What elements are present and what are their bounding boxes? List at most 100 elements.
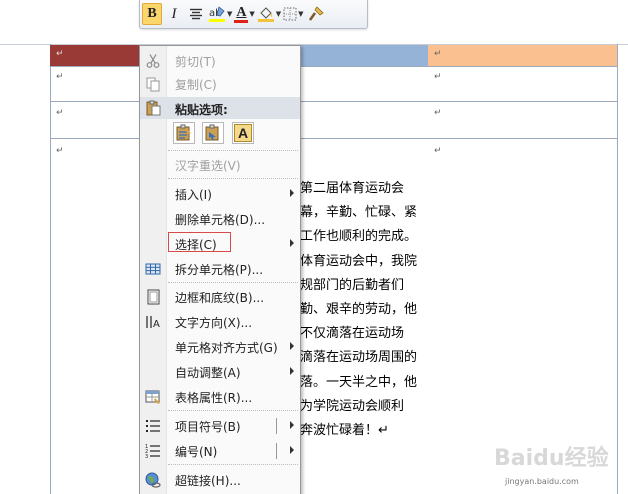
- split-cells-icon: [145, 263, 161, 275]
- borders-icon: [283, 7, 297, 21]
- highlighter-icon: ab: [209, 6, 225, 22]
- context-menu: 剪切(T) 复制(C) 粘贴选项: A 汉字重选(V) 插入(I) 删除单元格(…: [139, 45, 301, 494]
- menu-separator: [168, 282, 298, 283]
- split-button-divider: [276, 418, 277, 434]
- svg-text:3: 3: [145, 454, 148, 459]
- scissors-icon: [146, 54, 160, 68]
- paragraph-mark: ↵: [56, 49, 64, 59]
- split-button-divider: [276, 443, 277, 459]
- format-painter-icon: [308, 6, 324, 21]
- menu-item-borders-shading[interactable]: 边框和底纹(B)...: [140, 286, 300, 308]
- menu-separator: [168, 410, 298, 411]
- paragraph-line: 工作也顺利的完成。: [300, 229, 418, 245]
- table-properties-icon: [145, 390, 160, 404]
- paste-options-header: 粘贴选项:: [140, 97, 300, 119]
- paragraph-mark: ↵: [434, 49, 442, 59]
- cell-paragraph[interactable]: 第二届体育运动会 幕，辛勤、忙碌、紧 工作也顺利的完成。 体育运动会中，我院 规…: [300, 177, 440, 443]
- submenu-arrow-icon: [290, 239, 294, 247]
- menu-item-delete-cells[interactable]: 删除单元格(D)...: [140, 208, 300, 230]
- menu-item-insert[interactable]: 插入(I): [140, 183, 300, 205]
- menu-item-bullets[interactable]: 项目符号(B): [140, 415, 300, 437]
- menu-item-table-properties[interactable]: 表格属性(R)...: [140, 386, 300, 408]
- menu-separator: [168, 178, 298, 179]
- submenu-arrow-icon: [290, 367, 294, 375]
- highlight-dropdown-icon[interactable]: ▼: [227, 10, 232, 18]
- paragraph-mark: ↵: [56, 146, 64, 156]
- font-color-swatch: [234, 19, 249, 23]
- paragraph-line: 体育运动会中，我院: [300, 253, 418, 269]
- table-row-border-3: [50, 138, 618, 139]
- mini-toolbar: B I ab ▼ A ▼ ▼ ▼: [139, 0, 368, 29]
- paragraph-line: 为学院运动会顺利: [300, 398, 405, 414]
- paragraph-line: 规部门的后勤者们: [300, 277, 405, 293]
- menu-item-cell-alignment[interactable]: 单元格对齐方式(G): [140, 336, 300, 358]
- italic-button[interactable]: I: [164, 3, 184, 25]
- menu-separator: [168, 150, 298, 151]
- menu-item-copy[interactable]: 复制(C): [140, 73, 300, 95]
- menu-item-label: 复制(C): [175, 78, 217, 92]
- menu-item-text-direction[interactable]: A 文字方向(X)...: [140, 311, 300, 333]
- center-align-button[interactable]: [186, 3, 206, 25]
- paragraph-line: 幕，辛勤、忙碌、紧: [300, 205, 418, 221]
- submenu-arrow-icon[interactable]: [290, 446, 294, 454]
- menu-item-label: 边框和底纹(B)...: [175, 291, 265, 305]
- menu-item-label: 自动调整(A): [175, 366, 241, 380]
- font-color-icon: A: [234, 4, 249, 23]
- paragraph-line: 勤、艰辛的劳动，他: [300, 301, 418, 317]
- menu-item-label: 表格属性(R)...: [175, 391, 253, 405]
- copy-icon: [146, 77, 160, 92]
- center-align-icon: [190, 8, 202, 20]
- table-border-left: [50, 44, 51, 494]
- menu-item-label: 文字方向(X)...: [175, 316, 253, 330]
- menu-item-numbering[interactable]: 123 编号(N): [140, 440, 300, 462]
- menu-item-hyperlink[interactable]: 超链接(H)...: [140, 469, 300, 491]
- font-color-button[interactable]: A ▼: [234, 3, 255, 25]
- watermark-text: Baidu经验: [494, 445, 609, 471]
- borders-button[interactable]: ▼: [283, 3, 304, 25]
- font-color-letter: A: [236, 4, 247, 20]
- paragraph-mark: ↵: [434, 72, 442, 82]
- paragraph-mark: ↵: [56, 72, 64, 82]
- borders-dropdown-icon[interactable]: ▼: [298, 10, 303, 18]
- format-painter-button[interactable]: [306, 3, 326, 25]
- header-cell-peach[interactable]: [428, 45, 617, 66]
- paragraph-mark: ↵: [434, 108, 442, 118]
- paste-keep-formatting-button[interactable]: [173, 122, 195, 144]
- shading-button[interactable]: ▼: [257, 3, 281, 25]
- italic-label: I: [171, 5, 177, 22]
- paste-text-only-icon: A: [234, 124, 252, 142]
- table-row-border-1: [50, 66, 618, 67]
- bold-button[interactable]: B: [142, 3, 162, 25]
- header-cell-blue[interactable]: [300, 45, 428, 66]
- shading-dropdown-icon[interactable]: ▼: [276, 10, 281, 18]
- submenu-arrow-icon[interactable]: [290, 421, 294, 429]
- menu-item-label: 剪切(T): [175, 55, 216, 69]
- menu-item-hanzi-reselect[interactable]: 汉字重选(V): [140, 154, 300, 176]
- menu-item-label: 单元格对齐方式(G): [175, 341, 278, 355]
- clipboard-icon: [146, 100, 161, 116]
- paint-bucket-icon: [257, 7, 274, 22]
- text-direction-icon: A: [146, 316, 160, 330]
- menu-item-autofit[interactable]: 自动调整(A): [140, 361, 300, 383]
- paragraph-line: 滴落在运动场周围的: [300, 350, 418, 366]
- highlight-color-button[interactable]: ab ▼: [208, 3, 232, 25]
- hyperlink-globe-icon: [145, 472, 161, 488]
- watermark-url: jingyan.baidu.com: [505, 477, 579, 486]
- page-border-icon: [147, 289, 160, 305]
- submenu-arrow-icon: [290, 342, 294, 350]
- menu-item-label: 汉字重选(V): [175, 159, 241, 173]
- menu-item-cut[interactable]: 剪切(T): [140, 50, 300, 72]
- paste-text-only-button[interactable]: A: [232, 122, 254, 144]
- svg-text:A: A: [153, 319, 160, 330]
- font-color-dropdown-icon[interactable]: ▼: [249, 10, 254, 18]
- menu-item-label: 项目符号(B): [175, 420, 241, 434]
- menu-item-split-cells[interactable]: 拆分单元格(P)...: [140, 258, 300, 280]
- paragraph-line: 落。一天半之中，他: [300, 374, 418, 390]
- paste-merge-formatting-button[interactable]: [202, 122, 224, 144]
- menu-item-label: 超链接(H)...: [175, 474, 241, 488]
- table-row-border-2: [50, 101, 618, 102]
- menu-item-label: 删除单元格(D)...: [175, 213, 266, 227]
- paragraph-mark: ↵: [56, 108, 64, 118]
- paste-options-label: 粘贴选项:: [175, 103, 228, 117]
- numbering-icon: 123: [145, 444, 160, 459]
